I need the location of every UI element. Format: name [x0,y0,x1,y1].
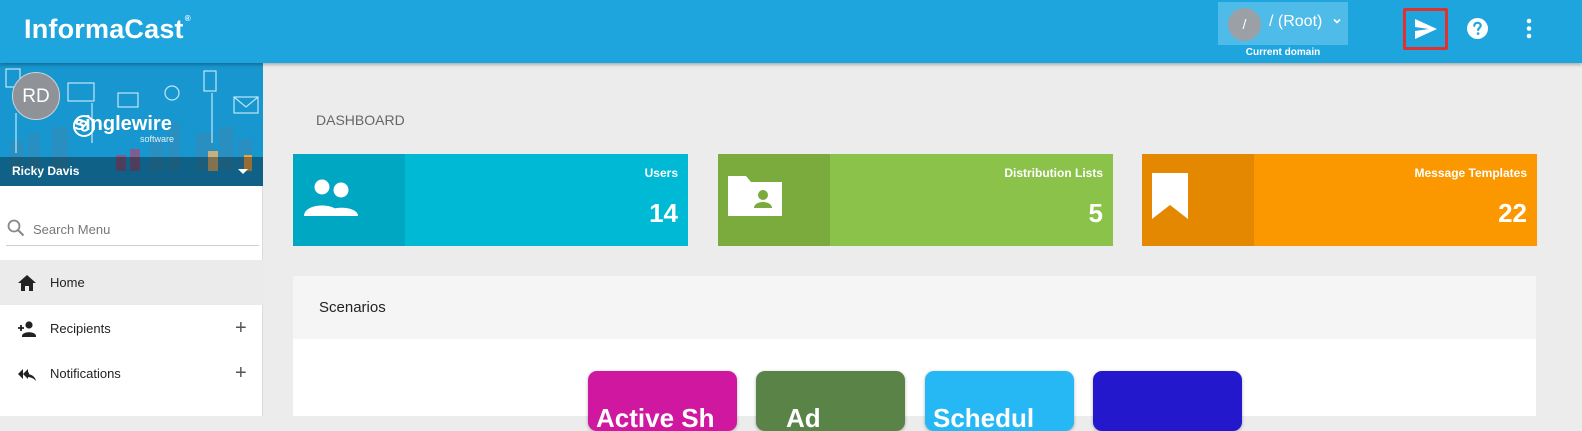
home-icon [18,274,36,291]
scenario-tile-label: Ad [786,403,821,431]
reply-all-icon [18,368,36,381]
domain-name: / (Root) [1269,13,1323,30]
sidebar-item-label: Recipients [50,321,111,336]
scenario-tile[interactable]: Schedul [925,371,1074,431]
scenario-tile[interactable]: Ad [756,371,905,431]
scenario-tile[interactable] [1093,371,1242,431]
folder-shared-icon [728,176,782,216]
more-vert-icon[interactable] [1519,17,1539,40]
user-banner: RD singlewire software Ricky Davis [0,63,263,186]
sidebar-item-label: Notifications [50,366,121,381]
users-icon [304,179,358,216]
expand-icon[interactable]: + [235,317,247,340]
avatar[interactable]: RD [12,72,60,120]
app-logo[interactable]: InformaCast® [24,14,191,45]
scenarios-panel: Scenarios Active Sh Ad Schedul [293,276,1536,431]
sidebar: RD singlewire software Ricky Davis Home … [0,63,263,416]
person-add-icon [18,320,36,337]
search-input[interactable] [33,218,253,240]
scenarios-header: Scenarios [293,276,1536,339]
top-app-bar: InformaCast® / / (Root) Current domain [0,0,1582,63]
card-count: 14 [649,198,678,228]
card-title: Users [644,166,678,180]
user-name: Ricky Davis [12,164,80,178]
scenario-tile-label: Active Sh [596,403,715,431]
singlewire-logo: singlewire [74,113,172,135]
send-icon [1414,19,1437,39]
caret-down-icon[interactable] [238,169,248,174]
scenario-tile-label: Schedul [933,403,1035,431]
domain-selector[interactable]: / / (Root) [1218,2,1348,45]
card-count: 22 [1498,198,1527,228]
sidebar-item-label: Home [50,275,85,290]
page-title: DASHBOARD [316,112,405,128]
search-menu [6,214,259,246]
scenarios-title: Scenarios [319,299,386,316]
sidebar-item-notifications[interactable]: Notifications + [0,351,263,396]
domain-caption: Current domain [1245,47,1321,58]
card-count: 5 [1088,198,1103,228]
users-card[interactable]: Users 14 [293,154,688,246]
send-notification-button[interactable] [1403,8,1448,50]
sidebar-item-recipients[interactable]: Recipients + [0,306,263,351]
sidebar-item-home[interactable]: Home [0,260,263,305]
bookmark-icon [1152,173,1188,219]
search-icon [7,219,25,237]
singlewire-logo-sub: software [140,134,175,144]
scenario-tile[interactable]: Active Sh [588,371,737,431]
distribution-lists-card[interactable]: Distribution Lists 5 [718,154,1113,246]
domain-avatar: / [1228,8,1261,41]
chevron-down-icon [1333,18,1341,24]
card-title: Message Templates [1414,166,1528,180]
card-title: Distribution Lists [1004,166,1103,180]
message-templates-card[interactable]: Message Templates 22 [1142,154,1537,246]
expand-icon[interactable]: + [235,362,247,385]
help-icon[interactable] [1466,17,1489,40]
